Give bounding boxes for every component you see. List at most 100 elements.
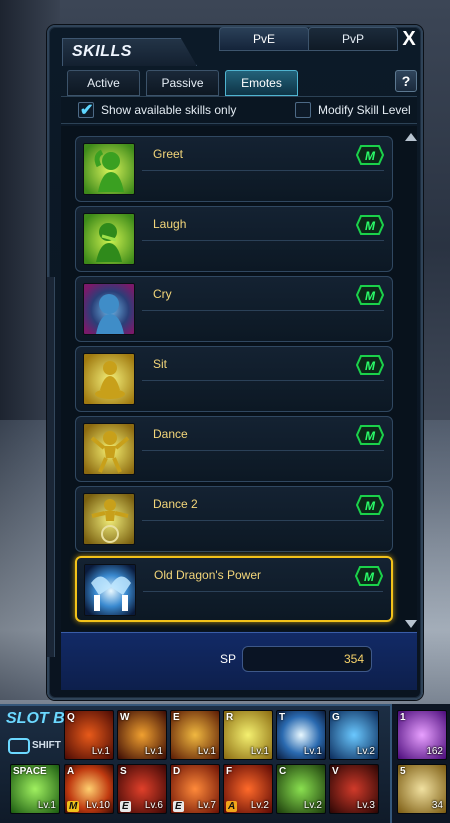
show-available-label: Show available skills only <box>101 103 237 117</box>
hotkey-label: G <box>332 712 340 723</box>
hotkey-slot-space[interactable]: SPACE Lv.1 <box>10 764 60 814</box>
skill-card-dance-2[interactable]: Dance 2 M <box>75 486 393 552</box>
skill-card-sit[interactable]: Sit M <box>75 346 393 412</box>
skill-name: Old Dragon's Power <box>154 568 262 582</box>
dance-icon <box>83 423 135 475</box>
skill-level: Lv.2 <box>250 800 269 811</box>
swap-slot-icon[interactable] <box>8 738 30 754</box>
hotkey-slot-r[interactable]: R Lv.1 <box>223 710 273 760</box>
hotkey-slot-c[interactable]: C Lv.2 <box>276 764 326 814</box>
m-badge-icon: M <box>356 285 384 305</box>
help-button[interactable]: ? <box>395 70 417 92</box>
skill-type-badge: A <box>226 801 238 812</box>
greet-icon <box>83 143 135 195</box>
svg-text:M: M <box>365 429 376 443</box>
m-badge-icon: M <box>356 495 384 515</box>
hotkey-slot-a[interactable]: A M Lv.10 <box>64 764 114 814</box>
hotkey-slot-e[interactable]: E Lv.1 <box>170 710 220 760</box>
hotkey-slot-t[interactable]: T Lv.1 <box>276 710 326 760</box>
tab-emotes[interactable]: Emotes <box>225 70 298 96</box>
skill-card-cry[interactable]: Cry M <box>75 276 393 342</box>
skill-card-old-dragons-power[interactable]: Old Dragon's Power M <box>75 556 393 622</box>
hotkey-label: F <box>226 766 233 777</box>
skill-name: Sit <box>153 357 168 371</box>
skill-level: Lv.7 <box>197 800 216 811</box>
divider <box>143 591 383 592</box>
dance2-icon <box>83 493 135 545</box>
skill-card-greet[interactable]: Greet M <box>75 136 393 202</box>
hotkey-label: W <box>120 712 130 723</box>
skill-card-laugh[interactable]: Laugh M <box>75 206 393 272</box>
tab-pve[interactable]: PvE <box>219 27 309 51</box>
tab-active[interactable]: Active <box>67 70 140 96</box>
svg-text:M: M <box>365 149 376 163</box>
skill-level: Lv.1 <box>197 746 216 757</box>
close-button[interactable]: X <box>398 27 420 51</box>
svg-text:M: M <box>365 289 376 303</box>
skill-level: Lv.3 <box>356 800 375 811</box>
tab-pvp[interactable]: PvP <box>308 27 398 51</box>
hotkey-slot-w[interactable]: W Lv.1 <box>117 710 167 760</box>
hotkey-label: 5 <box>400 766 406 777</box>
skill-level: Lv.2 <box>303 800 322 811</box>
dragon-power-icon <box>84 564 136 616</box>
skill-name: Dance <box>153 427 188 441</box>
laugh-icon <box>83 213 135 265</box>
skill-level: Lv.6 <box>144 800 163 811</box>
sp-value: 354 <box>343 652 364 666</box>
m-badge-icon: M <box>356 215 384 235</box>
svg-text:M: M <box>364 570 375 584</box>
divider <box>142 170 384 171</box>
hotkey-label: R <box>226 712 234 723</box>
cry-icon <box>83 283 135 335</box>
skill-level: Lv.1 <box>144 746 163 757</box>
divider <box>142 450 384 451</box>
skill-name: Cry <box>153 287 172 301</box>
skill-level: Lv.1 <box>91 746 110 757</box>
hotkey-slot-v[interactable]: V Lv.3 <box>329 764 379 814</box>
skill-name: Dance 2 <box>153 497 198 511</box>
scroll-down-arrow-icon[interactable] <box>405 620 417 628</box>
skill-type-badge: E <box>173 801 184 812</box>
divider <box>142 310 384 311</box>
hotkey-label: S <box>120 766 127 777</box>
panel-side-decoration <box>47 277 55 657</box>
modify-level-checkbox[interactable] <box>295 102 311 118</box>
window-title: SKILLS <box>72 43 132 60</box>
hotkey-slot-f[interactable]: F A Lv.2 <box>223 764 273 814</box>
svg-text:M: M <box>365 359 376 373</box>
hotkey-label: D <box>173 766 181 777</box>
skill-name: Laugh <box>153 217 187 231</box>
hotkey-slot-g[interactable]: G Lv.2 <box>329 710 379 760</box>
hotkey-label: C <box>279 766 287 777</box>
modify-level-label: Modify Skill Level <box>318 103 411 117</box>
divider <box>142 380 384 381</box>
skill-level: Lv.2 <box>356 746 375 757</box>
show-available-checkbox[interactable] <box>78 100 94 120</box>
m-badge-icon: M <box>356 355 384 375</box>
m-badge-icon: M <box>355 566 383 586</box>
item-slot-5[interactable]: 5 34 <box>397 764 447 814</box>
hotkey-label: A <box>67 766 75 777</box>
m-badge-icon: M <box>356 145 384 165</box>
tab-passive[interactable]: Passive <box>146 70 219 96</box>
hotkey-label: SPACE <box>13 766 47 777</box>
hotkey-slot-q[interactable]: Q Lv.1 <box>64 710 114 760</box>
skill-level: Lv.1 <box>37 800 56 811</box>
skill-card-dance[interactable]: Dance M <box>75 416 393 482</box>
sp-label: SP <box>220 652 237 666</box>
scroll-up-arrow-icon[interactable] <box>405 133 417 141</box>
hotkey-slot-s[interactable]: S E Lv.6 <box>117 764 167 814</box>
hotkey-slot-d[interactable]: D E Lv.7 <box>170 764 220 814</box>
divider <box>142 520 384 521</box>
sit-icon <box>83 353 135 405</box>
hotkey-label: Q <box>67 712 75 723</box>
hotkey-label: 1 <box>400 712 406 723</box>
skill-type-badge: E <box>120 801 131 812</box>
slot-label: SLOT B <box>6 710 65 727</box>
divider <box>142 240 384 241</box>
item-slot-1[interactable]: 1 162 <box>397 710 447 760</box>
item-count: 34 <box>431 800 443 811</box>
skill-level: Lv.10 <box>86 800 110 811</box>
skill-level: Lv.1 <box>250 746 269 757</box>
